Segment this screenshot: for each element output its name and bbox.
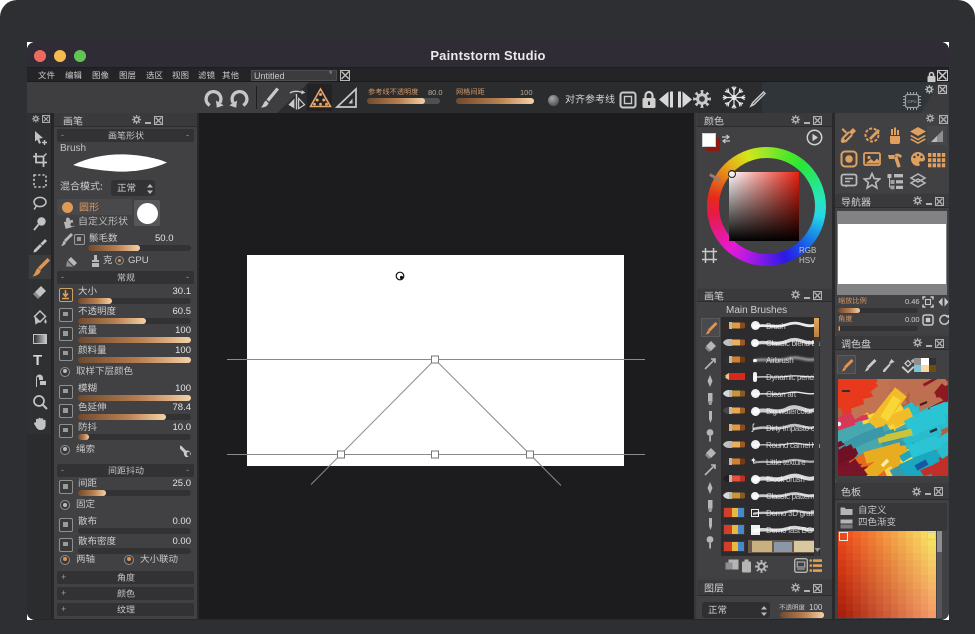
svg-text:GPU: GPU bbox=[907, 99, 916, 104]
